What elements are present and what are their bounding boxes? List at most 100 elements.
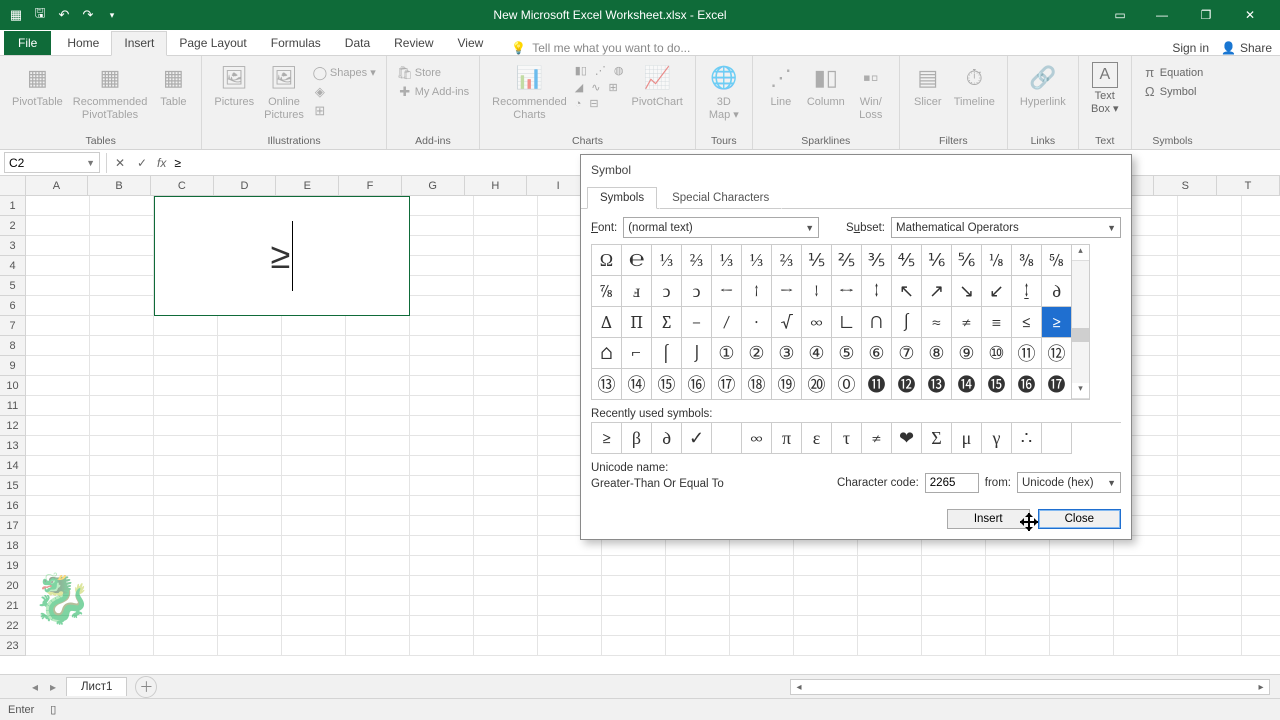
recent-symbol-cell[interactable] bbox=[1042, 423, 1072, 454]
cell[interactable] bbox=[410, 276, 474, 296]
scroll-up-icon[interactable]: ▴ bbox=[1072, 245, 1089, 261]
column-header[interactable]: A bbox=[26, 176, 89, 195]
symbol-cell[interactable]: ⓱ bbox=[1042, 369, 1072, 400]
tab-review[interactable]: Review bbox=[382, 32, 445, 55]
tab-page-layout[interactable]: Page Layout bbox=[167, 32, 258, 55]
cell[interactable] bbox=[282, 576, 346, 596]
row-header[interactable]: 16 bbox=[0, 496, 26, 516]
row-header[interactable]: 8 bbox=[0, 336, 26, 356]
symbol-cell[interactable]: ↄ bbox=[682, 276, 712, 307]
cell[interactable] bbox=[474, 236, 538, 256]
cell[interactable] bbox=[282, 376, 346, 396]
cell[interactable] bbox=[1242, 316, 1280, 336]
cell[interactable] bbox=[794, 616, 858, 636]
select-all-corner[interactable] bbox=[0, 176, 26, 195]
cell[interactable] bbox=[90, 276, 154, 296]
cell[interactable] bbox=[154, 396, 218, 416]
row-header[interactable]: 11 bbox=[0, 396, 26, 416]
symbol-cell[interactable]: ⅜ bbox=[1012, 245, 1042, 276]
cell[interactable] bbox=[154, 376, 218, 396]
confirm-edit-icon[interactable]: ✓ bbox=[131, 156, 153, 170]
row-header[interactable]: 1 bbox=[0, 196, 26, 216]
cell[interactable] bbox=[90, 636, 154, 656]
cell[interactable] bbox=[218, 416, 282, 436]
cell[interactable] bbox=[90, 356, 154, 376]
recent-symbol-cell[interactable]: Σ bbox=[922, 423, 952, 454]
cell[interactable] bbox=[1242, 536, 1280, 556]
cell[interactable] bbox=[1178, 356, 1242, 376]
symbol-cell[interactable]: ⅖ bbox=[832, 245, 862, 276]
cell[interactable] bbox=[90, 616, 154, 636]
cell[interactable] bbox=[474, 516, 538, 536]
cell[interactable] bbox=[1242, 236, 1280, 256]
cell[interactable] bbox=[1242, 436, 1280, 456]
cell[interactable] bbox=[922, 636, 986, 656]
column-header[interactable]: D bbox=[214, 176, 277, 195]
cell[interactable] bbox=[282, 396, 346, 416]
column-header[interactable]: S bbox=[1154, 176, 1217, 195]
cell[interactable] bbox=[282, 636, 346, 656]
cell[interactable] bbox=[26, 536, 90, 556]
symbol-cell[interactable]: ⌐ bbox=[622, 338, 652, 369]
cell[interactable] bbox=[602, 616, 666, 636]
cell[interactable] bbox=[538, 616, 602, 636]
pivot-table-button[interactable]: ▦PivotTable bbox=[8, 60, 67, 111]
cell[interactable] bbox=[794, 576, 858, 596]
cell[interactable] bbox=[730, 636, 794, 656]
cell[interactable] bbox=[26, 636, 90, 656]
fx-icon[interactable]: fx bbox=[153, 156, 170, 170]
cell[interactable] bbox=[26, 416, 90, 436]
symbol-cell[interactable]: − bbox=[682, 307, 712, 338]
row-header[interactable]: 23 bbox=[0, 636, 26, 656]
cell[interactable] bbox=[282, 556, 346, 576]
tab-file[interactable]: File bbox=[4, 31, 51, 55]
cell[interactable] bbox=[26, 476, 90, 496]
cell[interactable] bbox=[1242, 296, 1280, 316]
cell[interactable] bbox=[90, 516, 154, 536]
symbol-grid[interactable]: Ω℮⅓⅔⅓⅓⅔⅕⅖⅗⅘⅙⅚⅛⅜⅝⅞ⅎↄↄ←↑→↓↔↕↖↗↘↙↨∂∆∏∑−∕∙√∞… bbox=[591, 244, 1072, 400]
cell[interactable] bbox=[282, 496, 346, 516]
symbol-cell[interactable]: ⓭ bbox=[922, 369, 952, 400]
timeline-button[interactable]: ⏱Timeline bbox=[950, 60, 999, 111]
cell[interactable] bbox=[1178, 576, 1242, 596]
cell[interactable] bbox=[218, 636, 282, 656]
cell[interactable] bbox=[1242, 376, 1280, 396]
cell[interactable] bbox=[474, 216, 538, 236]
symbol-cell[interactable]: ⑧ bbox=[922, 338, 952, 369]
cell[interactable] bbox=[1178, 336, 1242, 356]
recent-symbol-cell[interactable]: π bbox=[772, 423, 802, 454]
close-window-button[interactable]: ✕ bbox=[1228, 0, 1272, 30]
cell[interactable] bbox=[602, 576, 666, 596]
cell[interactable] bbox=[346, 396, 410, 416]
recent-symbols-grid[interactable]: ≥β∂✓∞πετ≠❤Σμγ∴ bbox=[591, 422, 1121, 454]
symbol-cell[interactable]: ⅚ bbox=[952, 245, 982, 276]
symbol-cell[interactable]: ↘ bbox=[952, 276, 982, 307]
subset-combo[interactable]: Mathematical Operators▼ bbox=[891, 217, 1121, 238]
cell[interactable] bbox=[474, 616, 538, 636]
cell[interactable] bbox=[1178, 396, 1242, 416]
cell[interactable] bbox=[1114, 616, 1178, 636]
cell[interactable] bbox=[26, 356, 90, 376]
symbol-cell[interactable]: ⑫ bbox=[1042, 338, 1072, 369]
cell[interactable] bbox=[538, 576, 602, 596]
cell[interactable] bbox=[154, 496, 218, 516]
cell[interactable] bbox=[858, 556, 922, 576]
column-header[interactable]: F bbox=[339, 176, 402, 195]
cell[interactable] bbox=[26, 436, 90, 456]
recent-symbol-cell[interactable] bbox=[712, 423, 742, 454]
cell[interactable] bbox=[1242, 396, 1280, 416]
scroll-right-icon[interactable]: ▸ bbox=[1253, 682, 1269, 693]
symbol-cell[interactable]: ∩ bbox=[862, 307, 892, 338]
recent-symbol-cell[interactable]: ❤ bbox=[892, 423, 922, 454]
cell[interactable] bbox=[154, 596, 218, 616]
cell[interactable] bbox=[154, 316, 218, 336]
symbol-cell[interactable]: ⑦ bbox=[892, 338, 922, 369]
row-header[interactable]: 10 bbox=[0, 376, 26, 396]
cell[interactable] bbox=[1178, 316, 1242, 336]
online-pictures-button[interactable]: 🖼OnlinePictures bbox=[260, 60, 308, 123]
cell[interactable] bbox=[474, 296, 538, 316]
redo-icon[interactable]: ↷ bbox=[80, 7, 96, 23]
cell[interactable] bbox=[1178, 496, 1242, 516]
cell[interactable] bbox=[346, 496, 410, 516]
cell[interactable] bbox=[1242, 216, 1280, 236]
